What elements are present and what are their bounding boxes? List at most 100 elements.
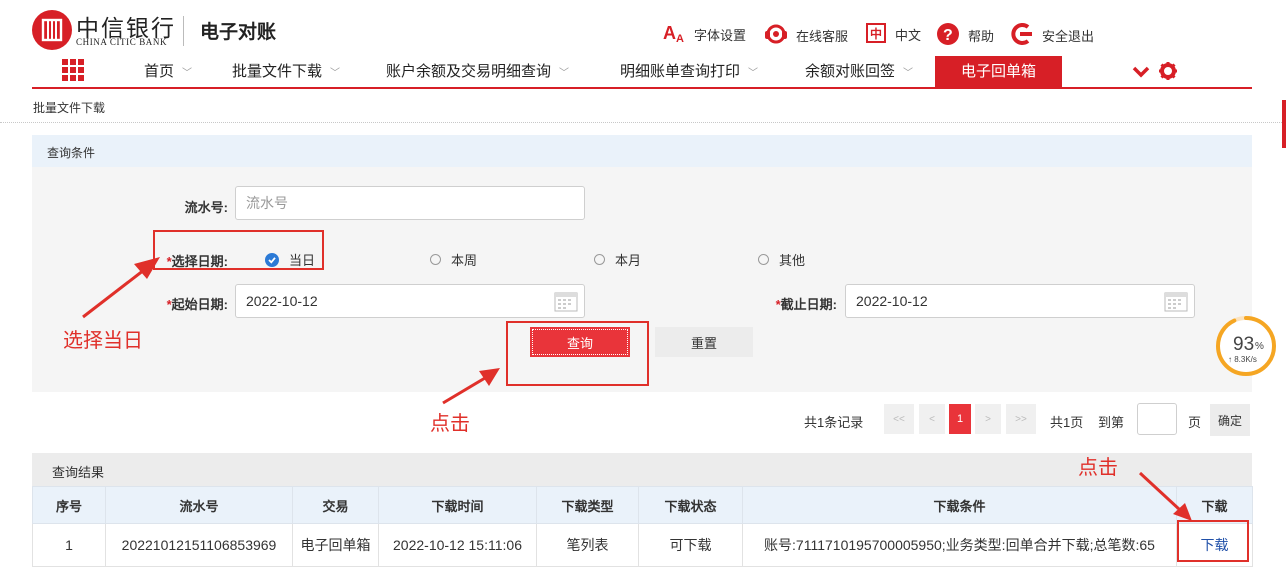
start-date-label: *起始日期: xyxy=(140,294,228,313)
svg-text:中: 中 xyxy=(870,26,882,41)
radio-unchecked-icon xyxy=(594,254,605,265)
pager-next-button[interactable]: > xyxy=(975,404,1001,434)
col-header-download-type: 下载类型 xyxy=(536,486,639,524)
chevron-down-icon: ﹀ xyxy=(903,68,914,79)
query-panel-title: 查询条件 xyxy=(47,146,96,160)
app-title: 电子对账 xyxy=(200,22,277,43)
svg-text:A: A xyxy=(663,23,676,43)
logout-button[interactable]: 安全退出 xyxy=(1008,22,1094,49)
col-header-download: 下载 xyxy=(1176,486,1253,524)
start-date-input[interactable] xyxy=(235,284,585,318)
nav-balance-confirm[interactable]: 余额对账回签 ﹀ xyxy=(805,56,913,87)
end-date-label: *截止日期: xyxy=(745,294,837,313)
bank-name-en: CHINA CITIC BANK xyxy=(76,37,168,47)
nav-batch-download-label: 批量文件下载 xyxy=(232,63,323,80)
svg-text:A: A xyxy=(676,33,684,44)
radio-other[interactable]: 其他 xyxy=(758,250,805,269)
chevron-down-icon: ﹀ xyxy=(330,68,341,79)
cell-index: 1 xyxy=(32,523,106,567)
nav-statement-print[interactable]: 明细账单查询打印 ﹀ xyxy=(620,56,758,87)
citic-logo-icon xyxy=(32,10,72,50)
language-label: 中文 xyxy=(895,28,922,43)
pager-confirm-button[interactable]: 确定 xyxy=(1210,404,1250,436)
col-header-download-time: 下载时间 xyxy=(378,486,537,524)
font-settings-label: 字体设置 xyxy=(694,28,747,43)
col-header-download-status: 下载状态 xyxy=(638,486,743,524)
help-label: 帮助 xyxy=(968,29,995,44)
end-date-label-text: 截止日期: xyxy=(780,297,837,312)
nav-balance-detail-label: 账户余额及交易明细查询 xyxy=(386,63,552,80)
pager-last-button[interactable]: >> xyxy=(1006,404,1036,434)
breadcrumb: 批量文件下载 xyxy=(33,101,106,115)
nav-balance-detail[interactable]: 账户余额及交易明细查询 ﹀ xyxy=(386,56,569,87)
nav-statement-print-label: 明细账单查询打印 xyxy=(620,63,741,80)
customer-service-icon xyxy=(762,22,796,49)
speed-rate: ↑ 8.3K/s xyxy=(1228,355,1257,364)
end-date-input[interactable] xyxy=(845,284,1195,318)
results-table: 序号 流水号 交易 下载时间 下载类型 下载状态 下载条件 下载 1 20221… xyxy=(32,486,1253,567)
logo-divider xyxy=(183,16,184,46)
chevron-down-icon: ﹀ xyxy=(748,68,759,79)
nav-more-chevron-icon[interactable] xyxy=(1132,60,1150,84)
serial-input[interactable] xyxy=(235,186,585,220)
nav-e-receipt-box-label: 电子回单箱 xyxy=(960,63,1036,80)
pager-first-button[interactable]: << xyxy=(884,404,914,434)
nav-e-receipt-box[interactable]: 电子回单箱 xyxy=(935,56,1062,87)
results-header xyxy=(32,453,1252,486)
col-header-serial: 流水号 xyxy=(105,486,293,524)
pager-goto-input[interactable] xyxy=(1137,403,1177,435)
nav-balance-confirm-label: 余额对账回签 xyxy=(805,63,896,80)
annotation-box-date xyxy=(153,230,324,270)
annotation-click-query: 点击 xyxy=(430,413,470,435)
pager-prev-button[interactable]: < xyxy=(919,404,945,434)
cell-download-time: 2022-10-12 15:11:06 xyxy=(378,523,537,567)
language-icon: 中 xyxy=(865,22,895,47)
pager-page-1[interactable]: 1 xyxy=(949,404,971,434)
menu-grid-icon[interactable] xyxy=(62,59,84,83)
main-nav: 首页 ﹀ 批量文件下载 ﹀ 账户余额及交易明细查询 ﹀ 明细账单查询打印 ﹀ 余额对账回… xyxy=(32,56,1252,89)
pager-total-pages: 共1页 xyxy=(1050,415,1084,430)
font-size-icon: AA xyxy=(662,22,694,47)
cell-download-type: 笔列表 xyxy=(536,523,639,567)
online-service-button[interactable]: 在线客服 xyxy=(762,22,848,49)
nav-home-label: 首页 xyxy=(144,63,175,80)
radio-other-label: 其他 xyxy=(779,253,806,268)
pager-goto-label: 到第 xyxy=(1098,415,1125,430)
logout-icon xyxy=(1008,22,1042,49)
annotation-box-download xyxy=(1177,520,1249,562)
svg-text:?: ? xyxy=(943,27,953,44)
language-button[interactable]: 中 中文 xyxy=(865,22,921,47)
reset-button[interactable]: 重置 xyxy=(655,327,753,357)
radio-this-month[interactable]: 本月 xyxy=(594,250,641,269)
calendar-icon[interactable] xyxy=(554,290,578,315)
font-settings-button[interactable]: AA 字体设置 xyxy=(662,22,746,47)
col-header-transaction: 交易 xyxy=(292,486,379,524)
serial-label: 流水号: xyxy=(184,200,228,215)
col-header-download-condition: 下载条件 xyxy=(742,486,1177,524)
speed-percent-unit: % xyxy=(1255,341,1264,352)
help-icon: ? xyxy=(936,22,968,49)
radio-unchecked-icon xyxy=(758,254,769,265)
radio-this-week[interactable]: 本周 xyxy=(430,250,477,269)
annotation-click-download: 点击 xyxy=(1078,457,1118,479)
help-button[interactable]: ? 帮助 xyxy=(936,22,994,49)
cell-download-condition: 账号:7111710195700005950;业务类型:回单合并下载;总笔数:6… xyxy=(742,523,1177,567)
query-panel-header xyxy=(32,135,1252,167)
chevron-down-icon: ﹀ xyxy=(559,68,570,79)
page-scrollbar[interactable] xyxy=(1282,100,1286,148)
cell-download-status: 可下载 xyxy=(638,523,743,567)
radio-this-month-label: 本月 xyxy=(615,253,642,268)
calendar-icon[interactable] xyxy=(1164,290,1188,315)
annotation-select-today: 选择当日 xyxy=(63,330,143,352)
online-service-label: 在线客服 xyxy=(796,29,849,44)
results-title: 查询结果 xyxy=(52,465,105,480)
network-speed-widget[interactable]: 93 % ↑ 8.3K/s xyxy=(1214,314,1278,378)
gear-icon[interactable] xyxy=(1158,61,1178,85)
breadcrumb-divider xyxy=(0,122,1286,123)
table-row: 1 20221012151106853969 电子回单箱 2022-10-12 … xyxy=(32,523,1253,567)
chevron-down-icon: ﹀ xyxy=(182,68,193,79)
nav-batch-download[interactable]: 批量文件下载 ﹀ xyxy=(232,56,340,87)
nav-home[interactable]: 首页 ﹀ xyxy=(144,56,192,87)
cell-serial: 20221012151106853969 xyxy=(105,523,293,567)
radio-unchecked-icon xyxy=(430,254,441,265)
